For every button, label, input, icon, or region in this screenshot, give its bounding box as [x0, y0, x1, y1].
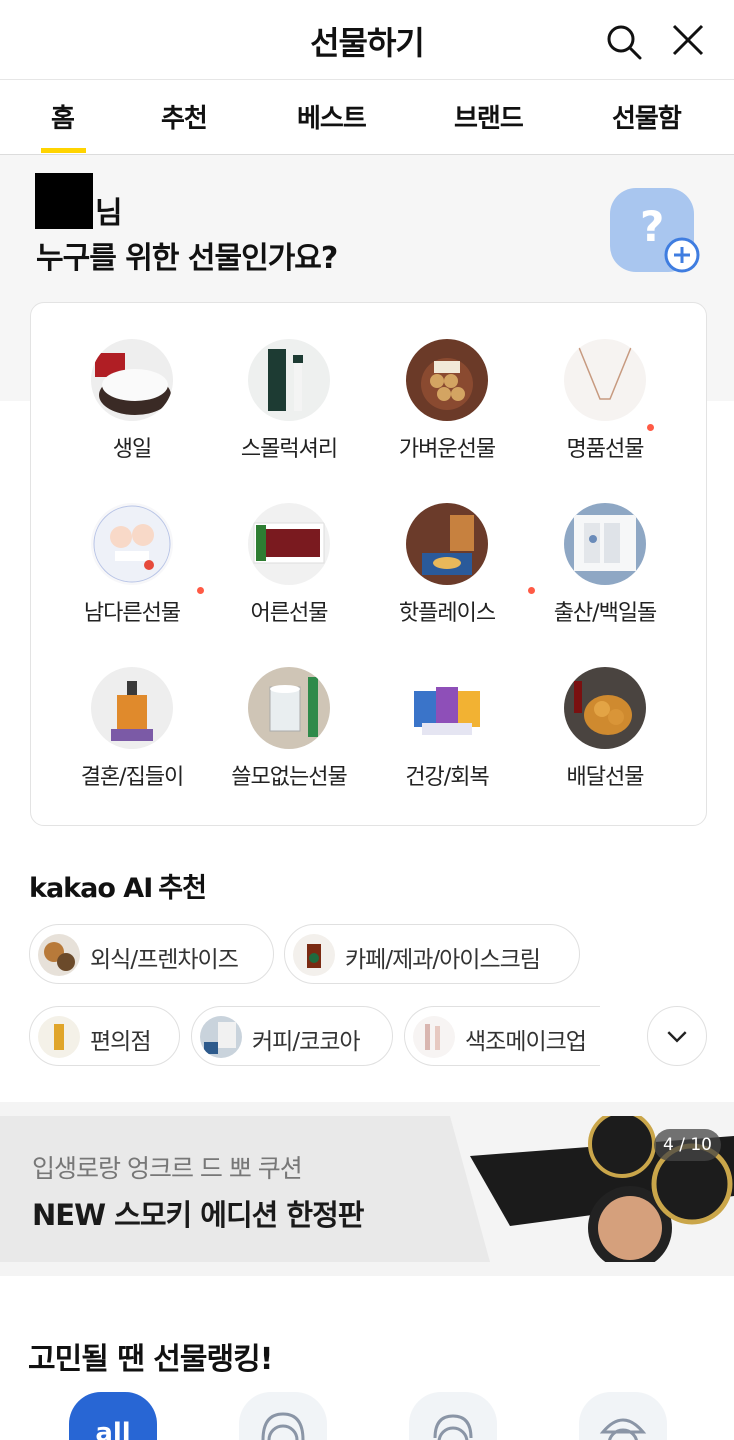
glass-cup-photo: [248, 667, 330, 749]
chevron-down-icon: [667, 1031, 687, 1043]
hand-wash-photo: [91, 667, 173, 749]
category-light-gift[interactable]: 가벼운선물: [362, 339, 532, 489]
category-label: 쓸모없는선물: [231, 765, 347, 790]
necklace-photo: [564, 339, 646, 421]
category-label: 남다른선물: [83, 601, 181, 626]
category-label: 출산/백일돌: [553, 601, 658, 626]
expand-chips-button[interactable]: [647, 1006, 707, 1066]
fried-chicken-photo: [564, 667, 646, 749]
ranking-tab-all[interactable]: all: [69, 1392, 157, 1440]
kid-icon: [599, 1418, 647, 1440]
ginseng-set-photo: [248, 503, 330, 585]
chip-label: 커피/코코아: [252, 1029, 361, 1055]
hand-cream-photo: [248, 339, 330, 421]
name-suffix: 님: [95, 196, 123, 231]
category-unique[interactable]: 남다른선물: [47, 503, 217, 653]
chip-convenience[interactable]: 편의점: [29, 1006, 180, 1066]
ranking-tab-label: all: [95, 1418, 131, 1440]
category-birthday[interactable]: 생일: [47, 339, 217, 489]
chip-label: 색조메이크업: [465, 1029, 587, 1055]
app-header: 선물하기: [0, 0, 734, 80]
chip-cafe[interactable]: 카페/제과/아이스크림: [284, 924, 580, 984]
new-dot: [647, 424, 654, 431]
man-icon: [433, 1414, 473, 1440]
ranking-tab-woman[interactable]: [239, 1392, 327, 1440]
supplement-photo: [406, 667, 488, 749]
tab-recommend[interactable]: 추천: [161, 98, 208, 135]
ranking-tab-man[interactable]: [409, 1392, 497, 1440]
category-delivery[interactable]: 배달선물: [520, 667, 690, 817]
add-friend-icon[interactable]: [663, 236, 701, 274]
promo-banner[interactable]: 입생로랑 엉크르 드 뽀 쿠션 NEW 스모키 에디션 한정판: [0, 1116, 734, 1262]
bakery-photo: [406, 503, 488, 585]
category-luxury[interactable]: 명품선물: [520, 339, 690, 489]
category-label: 명품선물: [566, 437, 645, 462]
coffee-beans-photo: [200, 1016, 242, 1058]
redacted-username: [35, 173, 93, 229]
chip-label: 카페/제과/아이스크림: [345, 947, 541, 973]
woman-icon: [261, 1412, 305, 1440]
cake-photo: [91, 339, 173, 421]
section-divider: [0, 1262, 734, 1276]
tab-home[interactable]: 홈: [51, 98, 75, 135]
category-label: 배달선물: [566, 765, 645, 790]
category-hotplace[interactable]: 핫플레이스: [362, 503, 535, 653]
ranking-title: 고민될 땐 선물랭킹!: [28, 1342, 273, 1377]
banner-title: NEW 스모키 에디션 한정판: [32, 1198, 364, 1232]
category-birth-100days[interactable]: 출산/백일돌: [520, 503, 690, 653]
category-label: 건강/회복: [405, 765, 489, 790]
coffee-photo: [293, 934, 335, 976]
category-useless[interactable]: 쓸모없는선물: [204, 667, 374, 817]
category-wedding[interactable]: 결혼/집들이: [47, 667, 217, 817]
banner-pager: 4 / 10: [654, 1129, 721, 1161]
banner-subtitle: 입생로랑 엉크르 드 뽀 쿠션: [32, 1154, 303, 1183]
baby-set-photo: [564, 503, 646, 585]
main-tabs: 홈 추천 베스트 브랜드 선물함: [0, 80, 734, 155]
category-label: 결혼/집들이: [80, 765, 185, 790]
ai-recommend-label: 추천: [158, 873, 207, 904]
category-label: 생일: [112, 437, 152, 462]
tab-brand[interactable]: 브랜드: [454, 98, 524, 135]
close-icon[interactable]: [668, 20, 708, 60]
category-elder[interactable]: 어른선물: [204, 503, 374, 653]
chip-makeup[interactable]: 색조메이크업: [404, 1006, 600, 1066]
chip-label: 외식/프렌차이즈: [90, 947, 239, 973]
makeup-photo: [413, 1016, 455, 1058]
ranking-tab-kid[interactable]: [579, 1392, 667, 1440]
category-label: 핫플레이스: [398, 601, 496, 626]
new-dot: [197, 587, 204, 594]
kakao-ai-brand: kakao AI: [29, 873, 153, 904]
category-health[interactable]: 건강/회복: [362, 667, 532, 817]
chip-coffee[interactable]: 커피/코코아: [191, 1006, 393, 1066]
search-icon[interactable]: [604, 22, 644, 62]
active-tab-indicator: [41, 148, 86, 153]
greeting-question: 누구를 위한 선물인가요?: [36, 241, 338, 276]
chocolate-photo: [406, 339, 488, 421]
tab-best[interactable]: 베스트: [297, 98, 367, 135]
category-label: 스몰럭셔리: [240, 437, 338, 462]
character-cake-photo: [91, 503, 173, 585]
chip-label: 편의점: [90, 1029, 151, 1055]
category-small-luxury[interactable]: 스몰럭셔리: [204, 339, 374, 489]
category-grid: 생일 스몰럭셔리 가벼운선물 명품선물 남다른선물 어른선물 핫플레이스 출산/…: [30, 302, 707, 826]
chip-dining[interactable]: 외식/프렌차이즈: [29, 924, 274, 984]
category-label: 어른선물: [250, 601, 329, 626]
tab-giftbox[interactable]: 선물함: [612, 98, 682, 135]
ai-recommend-heading: kakao AI 추천: [29, 866, 207, 904]
category-label: 가벼운선물: [398, 437, 496, 462]
convenience-photo: [38, 1016, 80, 1058]
food-photo: [38, 934, 80, 976]
section-divider: [0, 1102, 734, 1116]
